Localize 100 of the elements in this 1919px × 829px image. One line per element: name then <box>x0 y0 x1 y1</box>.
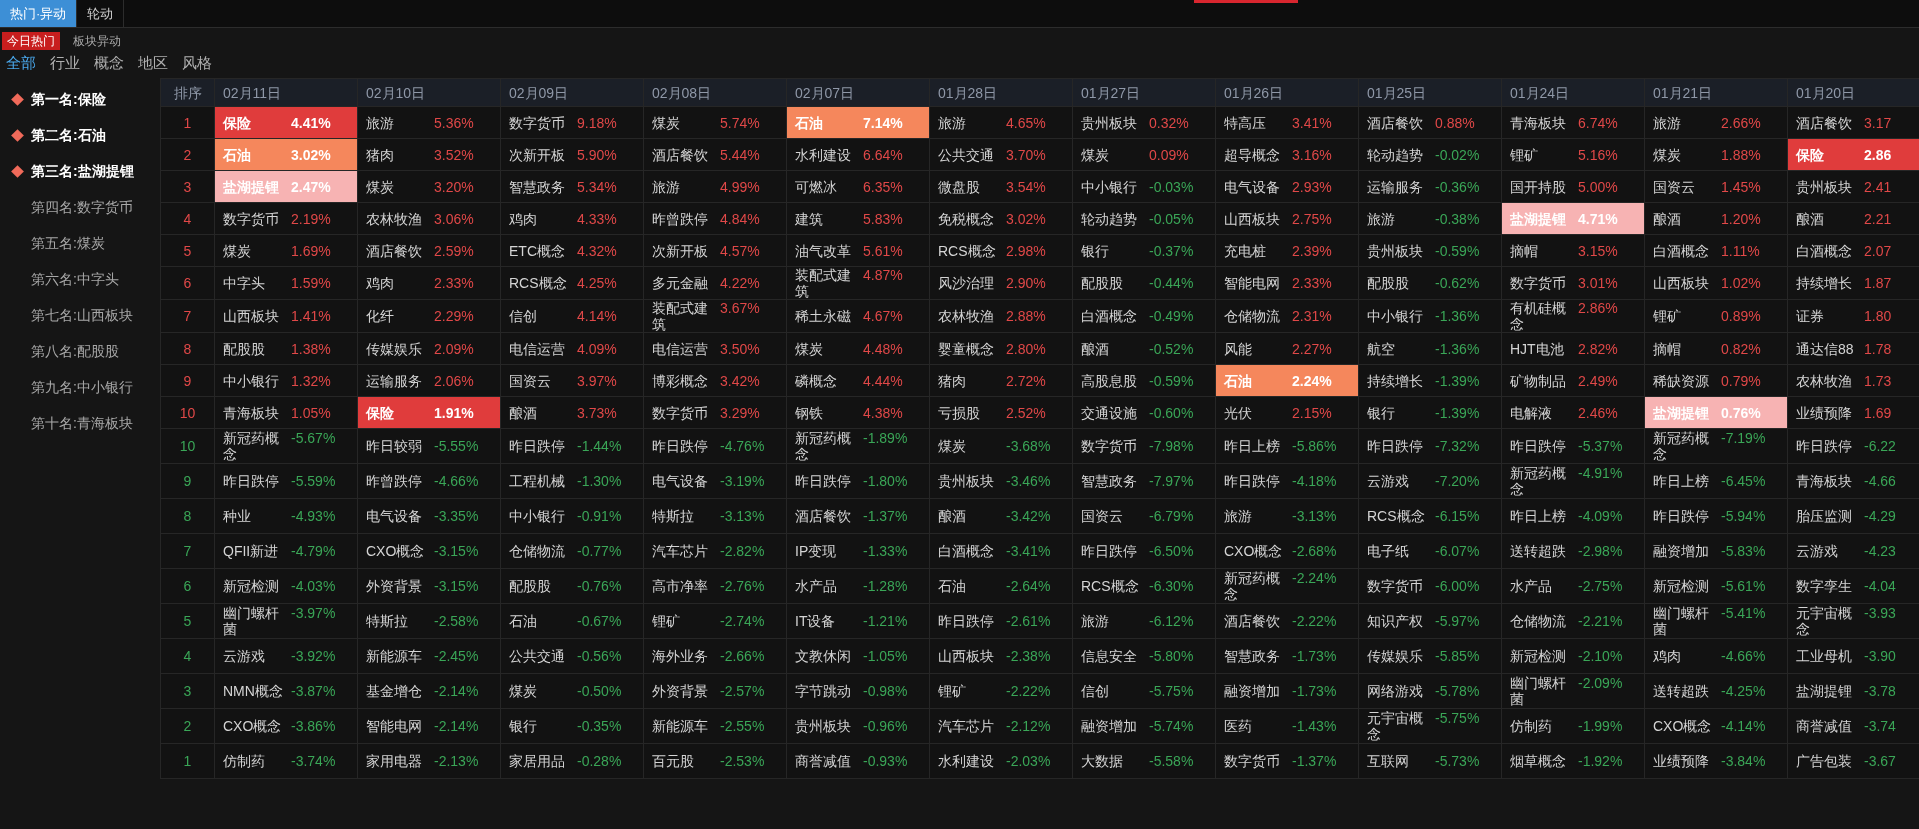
sector-name: 酿酒 <box>509 404 538 421</box>
change-value: -0.77% <box>577 543 622 559</box>
sector-name: 旅游 <box>1367 210 1396 227</box>
sidebar-item[interactable]: 第九名:中小银行 <box>31 379 133 395</box>
change-value: 0.79% <box>1721 372 1761 389</box>
change-value: 5.36% <box>434 114 474 131</box>
change-value: -0.52% <box>1149 340 1194 357</box>
sector-name: IP变现 <box>795 543 838 559</box>
change-value: -1.37% <box>1292 753 1337 769</box>
change-value: -2.13% <box>434 753 479 769</box>
change-value: 0.09% <box>1149 146 1189 163</box>
sector-name: 数字孪生 <box>1796 578 1853 594</box>
change-value: -3.90 <box>1864 648 1896 664</box>
sector-name: 农林牧渔 <box>366 210 423 227</box>
sector-name: 旅游 <box>652 178 681 195</box>
sidebar-item[interactable]: 第十名:青海板块 <box>31 415 133 431</box>
change-value: -2.03% <box>1006 753 1051 769</box>
change-value: 4.38% <box>863 404 903 421</box>
sector-name: 超导概念 <box>1224 146 1281 163</box>
sub-tab[interactable]: 今日热门 <box>2 32 60 50</box>
filter-tab[interactable]: 地区 <box>138 55 168 71</box>
change-value: -2.53% <box>720 753 765 769</box>
sector-name: 文教休闲 <box>795 648 852 664</box>
change-value: 2.88% <box>1006 308 1046 324</box>
filter-tab[interactable]: 全部 <box>6 55 36 71</box>
sector-name: 新冠检测 <box>223 578 280 594</box>
sidebar-item[interactable]: 第二名:石油 <box>31 127 106 143</box>
change-value: 4.67% <box>863 308 903 324</box>
sector-name: 石油 <box>938 578 967 594</box>
change-value: -3.74% <box>291 753 336 769</box>
change-value: 2.82% <box>1578 340 1618 357</box>
sector-name: 电信运营 <box>509 340 566 357</box>
rank-number: 5 <box>160 234 215 267</box>
sidebar-item[interactable]: 第四名:数字货币 <box>31 199 133 215</box>
sidebar-item[interactable]: 第一名:保险 <box>31 91 106 107</box>
change-value: -6.79% <box>1149 508 1194 524</box>
sector-name: 旅游 <box>938 114 967 131</box>
change-value: 2.86 <box>1864 146 1892 163</box>
sector-name: 新冠检测 <box>1653 578 1710 594</box>
change-value: -5.73% <box>1435 753 1480 769</box>
change-value: -2.12% <box>1006 718 1051 734</box>
change-value: -2.82% <box>720 543 765 559</box>
sidebar-item[interactable]: 第六名:中字头 <box>31 271 119 287</box>
change-value: -1.37% <box>863 508 908 524</box>
sector-name: 昨曾跌停 <box>652 210 709 227</box>
change-value: 2.49% <box>1578 372 1618 389</box>
sector-name: 山西板块 <box>223 308 280 324</box>
sector-name: 昨日跌停 <box>1653 508 1710 524</box>
change-value: 3.50% <box>720 340 760 357</box>
change-value: -4.25% <box>1721 683 1766 699</box>
change-value: -4.23 <box>1864 543 1896 559</box>
change-value: 2.41 <box>1864 178 1892 195</box>
sector-name: 新冠药概念 <box>795 430 852 462</box>
change-value: -5.94% <box>1721 508 1766 524</box>
sidebar-item[interactable]: 第八名:配股股 <box>31 343 119 359</box>
change-value: -6.45% <box>1721 473 1766 489</box>
sub-tab[interactable]: 板块异动 <box>68 32 126 50</box>
sector-name: 中小银行 <box>509 508 566 524</box>
change-value: 4.33% <box>577 210 617 227</box>
sector-name: 农林牧渔 <box>938 308 995 324</box>
change-value: -5.55% <box>434 438 479 454</box>
sector-name: 风能 <box>1224 340 1253 357</box>
change-value: -3.93 <box>1864 605 1896 621</box>
filter-tab[interactable]: 行业 <box>50 55 80 71</box>
top-tab[interactable]: 轮动 <box>77 0 125 27</box>
filter-tab[interactable]: 概念 <box>94 55 124 71</box>
sector-name: 贵州板块 <box>1081 114 1138 131</box>
sector-name: 免税概念 <box>938 210 995 227</box>
sidebar-item[interactable]: 第七名:山西板块 <box>31 307 133 323</box>
change-value: 0.76% <box>1721 404 1761 421</box>
change-value: -3.87% <box>291 683 336 699</box>
sector-name: 新冠药概念 <box>223 430 280 462</box>
sector-name: 装配式建筑 <box>652 300 709 332</box>
rank-number: 3 <box>160 673 215 709</box>
rank-number: 10 <box>160 428 215 464</box>
sector-name: 白酒概念 <box>1796 242 1853 259</box>
sector-name: 持续增长 <box>1796 275 1853 291</box>
filter-tab[interactable]: 风格 <box>182 55 212 71</box>
change-value: 3.20% <box>434 178 474 195</box>
sector-name: 昨日上榜 <box>1510 508 1567 524</box>
sidebar-item[interactable]: 第五名:煤炭 <box>31 235 105 251</box>
sector-name: 高市净率 <box>652 578 709 594</box>
change-value: -2.66% <box>720 648 765 664</box>
change-value: -5.74% <box>1149 718 1194 734</box>
change-value: -2.09% <box>1578 675 1623 691</box>
change-value: 4.57% <box>720 242 760 259</box>
sector-name: 昨日上榜 <box>1653 473 1710 489</box>
sector-name: 摘帽 <box>1653 340 1682 357</box>
sector-name: 昨日跌停 <box>938 613 995 629</box>
sector-name: 摘帽 <box>1510 242 1539 259</box>
sector-name: 煤炭 <box>223 242 252 259</box>
sidebar-item[interactable]: 第三名:盐湖提锂 <box>31 163 134 179</box>
change-value: -2.74% <box>720 613 765 629</box>
sector-name: 汽车芯片 <box>652 543 709 559</box>
sector-name: 特高压 <box>1224 114 1267 131</box>
rank-number: 6 <box>160 568 215 604</box>
change-value: -2.21% <box>1578 613 1623 629</box>
sector-name: 商誉减值 <box>1796 718 1853 734</box>
sector-name: 幽门螺杆菌 <box>1653 605 1710 637</box>
change-value: -3.13% <box>1292 508 1337 524</box>
